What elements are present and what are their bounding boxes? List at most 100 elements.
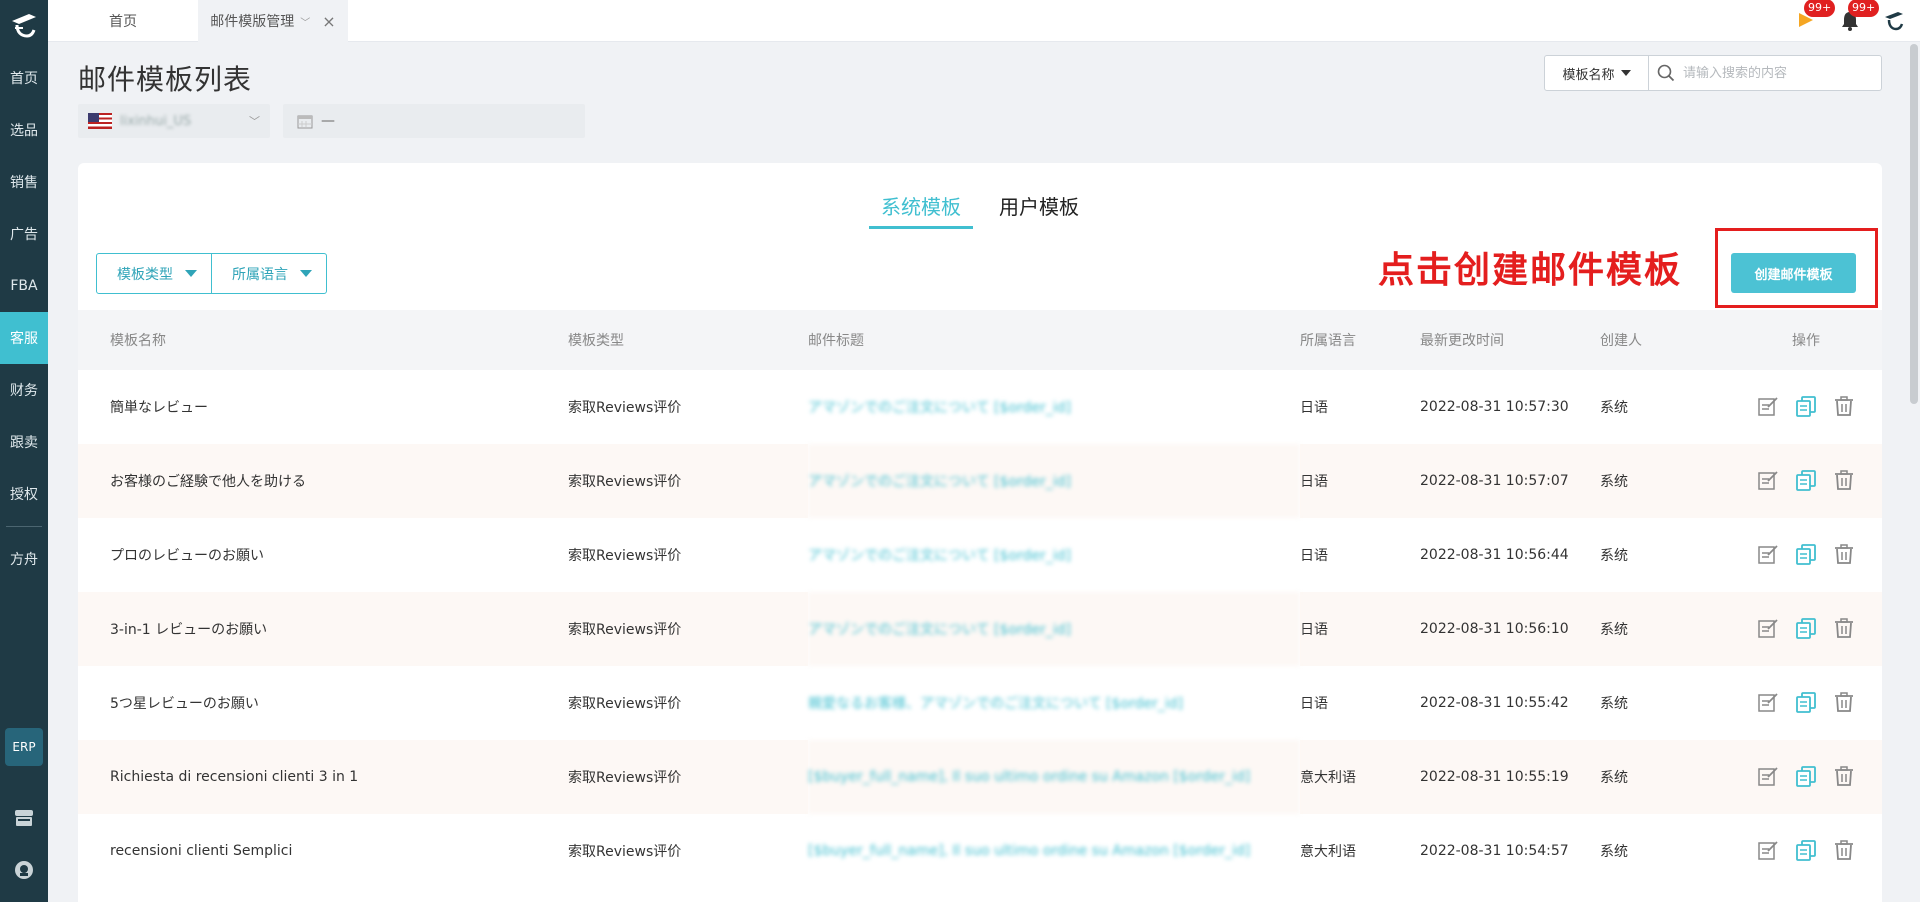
close-icon[interactable]: × <box>322 12 335 31</box>
erp-button[interactable]: ERP <box>5 728 43 766</box>
search-input[interactable] <box>1683 56 1881 90</box>
page-title: 邮件模板列表 <box>78 63 253 96</box>
sidebar-divider <box>6 526 42 527</box>
copy-icon[interactable] <box>1793 541 1819 567</box>
search-type-select[interactable]: 模板名称 <box>1545 56 1649 90</box>
copy-icon[interactable] <box>1793 615 1819 641</box>
sidebar: 首页 选品 销售 广告 FBA 客服 财务 跟卖 授权 方舟 ERP <box>0 0 48 902</box>
cell-mail-title[interactable]: [$buyer_full_name], Il suo ultimo ordine… <box>808 814 1300 888</box>
cell-creator: 系统 <box>1600 548 1628 564</box>
cell-template-type: 索取Reviews评价 <box>568 740 808 814</box>
sidebar-item[interactable]: 客服 <box>0 312 48 364</box>
tab-system-templates[interactable]: 系统模板 <box>869 191 973 229</box>
tab-mail-template-label: 邮件模版管理 <box>210 14 295 30</box>
copy-icon[interactable] <box>1793 393 1819 419</box>
avatar-logo-icon <box>1885 12 1904 31</box>
copy-icon[interactable] <box>1793 467 1819 493</box>
edit-icon[interactable] <box>1755 467 1781 493</box>
edit-icon[interactable] <box>1755 837 1781 863</box>
calendar-icon <box>297 115 313 129</box>
edit-icon[interactable] <box>1755 763 1781 789</box>
sidebar-item[interactable]: 销售 <box>0 156 48 208</box>
flag-badge: 99+ <box>1804 0 1836 17</box>
cell-creator: 系统 <box>1600 740 1730 814</box>
search-group: 模板名称 <box>1544 55 1882 91</box>
cell-template-type: 索取Reviews评价 <box>568 696 682 712</box>
tab-user-templates[interactable]: 用户模板 <box>987 191 1091 229</box>
header-creator: 创建人 <box>1600 310 1730 370</box>
cell-updated-time: 2022-08-31 10:54:57 <box>1420 843 1569 859</box>
cell-template-type: 索取Reviews评价 <box>568 444 808 518</box>
bell-notification[interactable]: 99+ <box>1838 0 1880 33</box>
cell-mail-title[interactable]: アマゾンでのご注文について [$order_id] <box>808 518 1300 592</box>
table-row: お客様のご経験で他人を助ける 索取Reviews评价 アマゾンでのご注文について [… <box>78 444 1882 518</box>
delete-icon[interactable] <box>1831 689 1857 715</box>
sidebar-item[interactable]: 首页 <box>0 52 48 104</box>
cell-mail-title[interactable]: 親愛なるお客様、アマゾンでのご注文について [$order_id] <box>808 666 1300 740</box>
scrollbar[interactable] <box>1910 44 1918 404</box>
user-avatar[interactable] <box>1882 9 1906 33</box>
cell-updated-time: 2022-08-31 10:56:44 <box>1420 547 1569 563</box>
table-row: 簡単なレビュー 索取Reviews评价 アマゾンでのご注文について [$order_… <box>78 370 1882 444</box>
cell-creator: 系统 <box>1600 400 1628 416</box>
template-card: 系统模板 用户模板 模板类型 所属语言 点击创建邮件模板 创建邮件模板 模板名称… <box>78 163 1882 902</box>
cell-language: 日语 <box>1300 444 1420 518</box>
cell-mail-title[interactable]: アマゾンでのご注文について [$order_id] <box>808 444 1300 518</box>
cell-mail-title[interactable]: アマゾンでのご注文について [$order_id] <box>808 592 1300 666</box>
sidebar-item-fangzhou[interactable]: 方舟 <box>0 533 48 585</box>
sidebar-item[interactable]: 广告 <box>0 208 48 260</box>
cell-actions <box>1730 518 1882 592</box>
sidebar-item[interactable]: 财务 <box>0 364 48 416</box>
caret-down-icon <box>300 270 312 277</box>
tab-mail-template[interactable]: 邮件模版管理 ﹀ × <box>198 0 348 42</box>
edit-icon[interactable] <box>1755 615 1781 641</box>
delete-icon[interactable] <box>1831 615 1857 641</box>
copy-icon[interactable] <box>1793 837 1819 863</box>
create-template-button[interactable]: 创建邮件模板 <box>1731 253 1856 293</box>
sidebar-item[interactable]: 授权 <box>0 468 48 520</box>
delete-icon[interactable] <box>1831 393 1857 419</box>
cell-mail-title[interactable]: アマゾンでのご注文について [$order_id] <box>808 370 1300 444</box>
store-selector[interactable]: lixinhui_US ﹀ <box>78 104 270 138</box>
chevron-down-icon: ﹀ <box>249 115 260 128</box>
support-icon[interactable] <box>14 860 34 880</box>
filter-language[interactable]: 所属语言 <box>211 254 326 293</box>
search-type-label: 模板名称 <box>1562 67 1615 83</box>
search-icon[interactable] <box>1649 64 1683 82</box>
date-range-picker[interactable]: — <box>283 104 585 138</box>
table-header-row: 模板名称 模板类型 邮件标题 所属语言 最新更改时间 创建人 操作 <box>78 310 1882 370</box>
filter-template-type[interactable]: 模板类型 <box>97 254 211 293</box>
edit-icon[interactable] <box>1755 393 1781 419</box>
tab-home-label: 首页 <box>109 14 137 30</box>
store-icon[interactable] <box>14 808 34 828</box>
cell-language: 日语 <box>1300 548 1328 564</box>
edit-icon[interactable] <box>1755 689 1781 715</box>
logo-icon[interactable] <box>0 0 48 52</box>
cell-template-type: 索取Reviews评价 <box>568 592 808 666</box>
sidebar-item[interactable]: FBA <box>0 260 48 312</box>
cell-language: 日语 <box>1300 592 1420 666</box>
delete-icon[interactable] <box>1831 541 1857 567</box>
cell-template-type: 索取Reviews评价 <box>568 400 682 416</box>
header-mail-title: 邮件标题 <box>808 310 1300 370</box>
cell-actions <box>1730 666 1882 740</box>
us-flag-icon <box>88 113 112 129</box>
sidebar-item[interactable]: 选品 <box>0 104 48 156</box>
tab-home[interactable]: 首页 <box>48 0 198 42</box>
sidebar-item[interactable]: 跟卖 <box>0 416 48 468</box>
chevron-down-icon[interactable]: ﹀ <box>300 14 310 29</box>
header-language: 所属语言 <box>1300 310 1420 370</box>
cell-template-name: 5つ星レビューのお願い <box>110 696 259 712</box>
delete-icon[interactable] <box>1831 467 1857 493</box>
cell-creator: 系统 <box>1600 592 1730 666</box>
cell-template-name: お客様のご経験で他人を助ける <box>78 444 568 518</box>
flag-notification[interactable]: 99+ <box>1794 0 1836 33</box>
copy-icon[interactable] <box>1793 689 1819 715</box>
cell-mail-title[interactable]: [$buyer_full_name], Il suo ultimo ordine… <box>808 740 1300 814</box>
delete-icon[interactable] <box>1831 837 1857 863</box>
edit-icon[interactable] <box>1755 541 1781 567</box>
copy-icon[interactable] <box>1793 763 1819 789</box>
cell-actions <box>1730 592 1882 666</box>
delete-icon[interactable] <box>1831 763 1857 789</box>
cell-updated-time: 2022-08-31 10:57:30 <box>1420 399 1569 415</box>
